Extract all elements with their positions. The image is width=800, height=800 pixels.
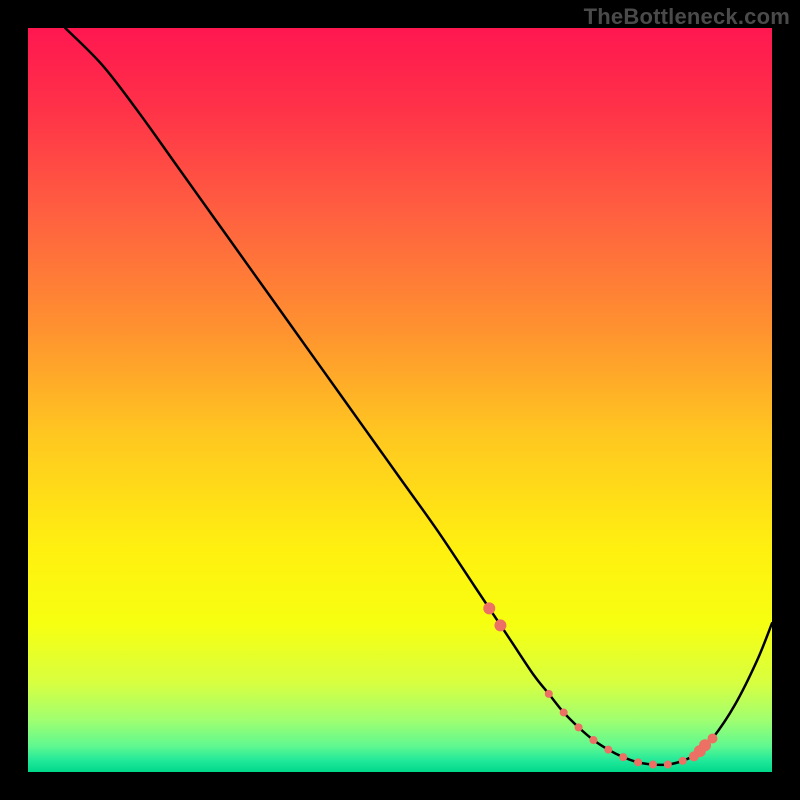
- highlight-dot: [649, 761, 657, 769]
- watermark-text: TheBottleneck.com: [584, 4, 790, 30]
- highlight-dot: [483, 602, 495, 614]
- highlight-dot: [634, 758, 642, 766]
- bottleneck-chart: [0, 0, 800, 800]
- highlight-dot: [619, 753, 627, 761]
- highlight-dot: [679, 757, 687, 765]
- highlight-dot: [589, 736, 597, 744]
- highlight-dot: [560, 708, 568, 716]
- chart-frame: TheBottleneck.com: [0, 0, 800, 800]
- highlight-dot: [664, 761, 672, 769]
- highlight-dot: [545, 690, 553, 698]
- chart-plot-area: [28, 28, 772, 772]
- highlight-dot: [575, 723, 583, 731]
- highlight-dot: [604, 746, 612, 754]
- highlight-dot: [707, 734, 717, 744]
- highlight-dot: [494, 619, 506, 631]
